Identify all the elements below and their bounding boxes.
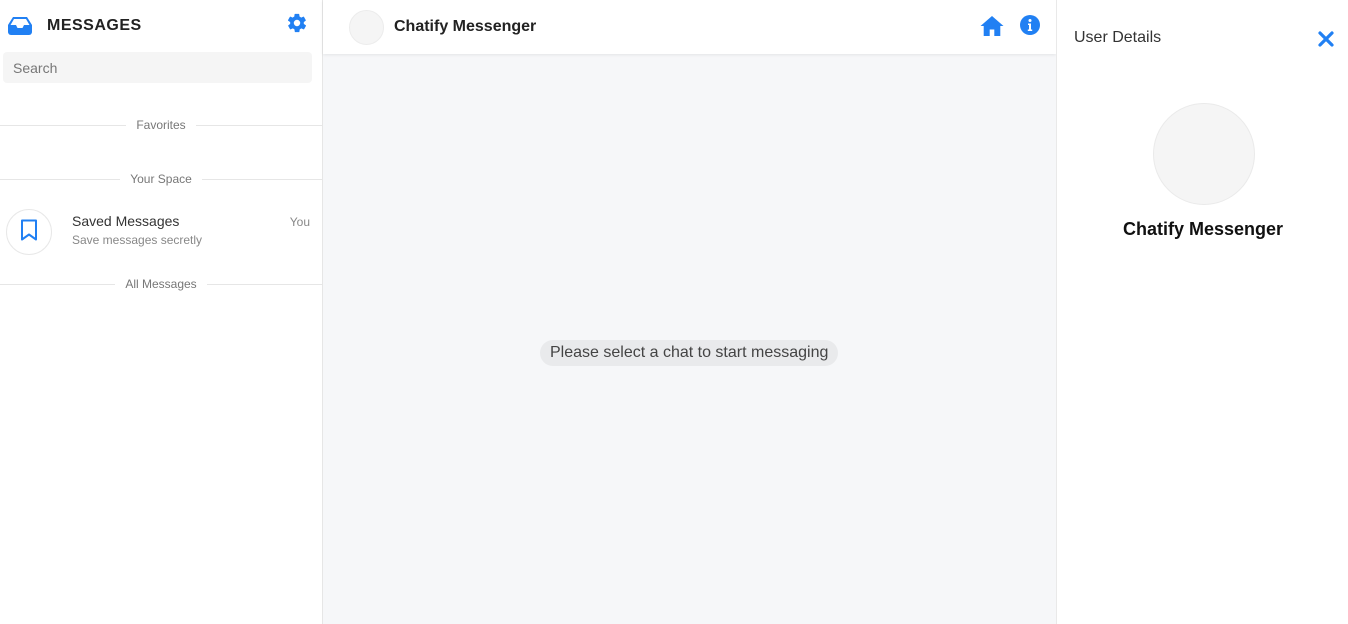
section-divider-all-messages: All Messages bbox=[0, 277, 322, 291]
chat-header-avatar bbox=[349, 9, 384, 45]
chat-header-title: Chatify Messenger bbox=[394, 18, 537, 35]
saved-messages-name: Saved Messages bbox=[72, 213, 180, 229]
saved-messages-meta: You bbox=[289, 215, 310, 229]
bookmark-icon bbox=[20, 219, 38, 246]
section-label-favorites: Favorites bbox=[136, 118, 186, 132]
chat-app: MESSAGES Favorites Your Space bbox=[0, 0, 1348, 624]
saved-messages-text: Saved Messages Save messages secretly bbox=[72, 213, 202, 247]
home-icon[interactable] bbox=[980, 15, 1004, 37]
chat-header: Chatify Messenger bbox=[323, 0, 1056, 54]
saved-messages-avatar bbox=[6, 209, 52, 255]
empty-chat-message: Please select a chat to start messaging bbox=[540, 340, 839, 366]
chat-main: Chatify Messenger Please select a chat t… bbox=[323, 0, 1056, 624]
search-input[interactable] bbox=[3, 52, 312, 83]
sidebar: MESSAGES Favorites Your Space bbox=[0, 0, 323, 624]
info-icon[interactable] bbox=[1020, 15, 1040, 35]
section-label-all-messages: All Messages bbox=[125, 277, 197, 291]
saved-messages-subtitle: Save messages secretly bbox=[72, 233, 203, 247]
sidebar-header: MESSAGES bbox=[0, 0, 322, 52]
gear-icon[interactable] bbox=[286, 12, 308, 34]
details-avatar bbox=[1153, 103, 1255, 205]
close-icon[interactable] bbox=[1317, 30, 1335, 48]
sidebar-title: MESSAGES bbox=[47, 17, 142, 34]
section-divider-your-space: Your Space bbox=[0, 172, 322, 186]
section-label-your-space: Your Space bbox=[130, 172, 192, 186]
section-divider-favorites: Favorites bbox=[0, 118, 322, 132]
details-name: Chatify Messenger bbox=[1122, 219, 1284, 239]
saved-messages-item[interactable]: Saved Messages Save messages secretly Yo… bbox=[0, 204, 322, 260]
user-details-panel: User Details Chatify Messenger bbox=[1056, 0, 1348, 624]
inbox-icon bbox=[8, 14, 32, 38]
details-title: User Details bbox=[1074, 29, 1162, 46]
search-wrapper bbox=[0, 52, 322, 83]
